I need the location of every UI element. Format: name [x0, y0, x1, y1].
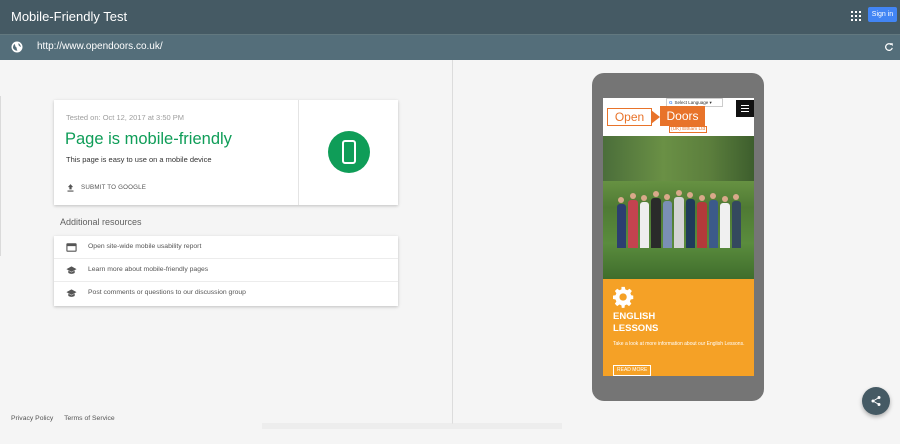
logo-arrow	[651, 110, 660, 124]
read-more-button[interactable]: READ MORE	[613, 365, 652, 376]
resource-learn-more[interactable]: Learn more about mobile-friendly pages	[54, 259, 398, 282]
upload-icon	[67, 184, 74, 192]
result-card: Tested on: Oct 12, 2017 at 3:50 PM Page …	[54, 100, 398, 205]
phone-preview-screen[interactable]: G Select Language ▾ Open Doors (UK) Eltha…	[603, 98, 754, 376]
site-header: G Select Language ▾ Open Doors (UK) Eltha…	[603, 98, 754, 136]
resource-discussion-group[interactable]: Post comments or questions to our discus…	[54, 282, 398, 305]
share-icon	[871, 396, 881, 406]
site-logo: Open Doors (UK) Eltham Ltd	[607, 106, 711, 134]
footer-links: Privacy Policy Terms of Service	[11, 415, 124, 422]
left-edge-line	[0, 96, 1, 256]
sign-in-button[interactable]: Sign in	[868, 7, 897, 22]
graduation-cap-icon	[66, 289, 77, 297]
hero-photo	[603, 136, 754, 279]
browser-window-icon	[66, 243, 77, 252]
url-input[interactable]: http://www.opendoors.co.uk/	[37, 41, 163, 52]
result-summary: Tested on: Oct 12, 2017 at 3:50 PM Page …	[54, 100, 298, 205]
submit-label: SUBMIT TO GOOGLE	[81, 184, 147, 191]
phone-preview-frame: G Select Language ▾ Open Doors (UK) Eltha…	[592, 73, 764, 401]
logo-open-text: Open	[607, 108, 652, 126]
graduation-cap-icon	[66, 266, 77, 274]
hero-trees	[603, 136, 754, 181]
panel-title-line1: ENGLISH	[613, 311, 656, 322]
apps-grid-icon[interactable]	[851, 11, 861, 21]
resource-label: Learn more about mobile-friendly pages	[88, 266, 209, 273]
resource-usability-report[interactable]: Open site-wide mobile usability report	[54, 236, 398, 259]
result-title: Page is mobile-friendly	[65, 130, 232, 148]
share-button[interactable]	[862, 387, 890, 415]
panel-description: Take a look at more information about ou…	[613, 341, 745, 347]
result-subtitle: This page is easy to use on a mobile dev…	[66, 155, 212, 164]
url-bar: http://www.opendoors.co.uk/	[0, 34, 900, 60]
resource-label: Open site-wide mobile usability report	[88, 243, 202, 250]
refresh-icon[interactable]	[884, 42, 894, 52]
google-g-icon: G	[669, 100, 673, 105]
panel-divider	[452, 60, 453, 424]
tested-on-timestamp: Tested on: Oct 12, 2017 at 3:50 PM	[66, 113, 184, 122]
terms-of-service-link[interactable]: Terms of Service	[64, 415, 115, 422]
privacy-policy-link[interactable]: Privacy Policy	[11, 415, 53, 422]
logo-doors-text: Doors	[660, 106, 705, 126]
result-status-panel	[298, 100, 398, 205]
language-select-label: Select Language	[674, 100, 709, 105]
panel-title-line2: LESSONS	[613, 323, 659, 334]
hamburger-menu-icon[interactable]	[736, 100, 754, 117]
resources-list: Open site-wide mobile usability report L…	[54, 236, 398, 306]
app-header: Mobile-Friendly Test Sign in	[0, 0, 900, 34]
panel-title: ENGLISH LESSONS	[613, 311, 658, 335]
additional-resources-heading: Additional resources	[60, 217, 142, 227]
bottom-edge-shadow	[262, 423, 562, 429]
logo-subtitle: (UK) Eltham Ltd	[669, 126, 708, 133]
english-lessons-panel: ENGLISH LESSONS Take a look at more info…	[603, 279, 754, 376]
resource-label: Post comments or questions to our discus…	[88, 289, 246, 296]
app-title: Mobile-Friendly Test	[11, 9, 128, 24]
smartphone-icon	[342, 140, 356, 164]
mobile-friendly-badge	[328, 131, 370, 173]
globe-icon	[11, 41, 23, 53]
gear-icon	[613, 286, 634, 308]
